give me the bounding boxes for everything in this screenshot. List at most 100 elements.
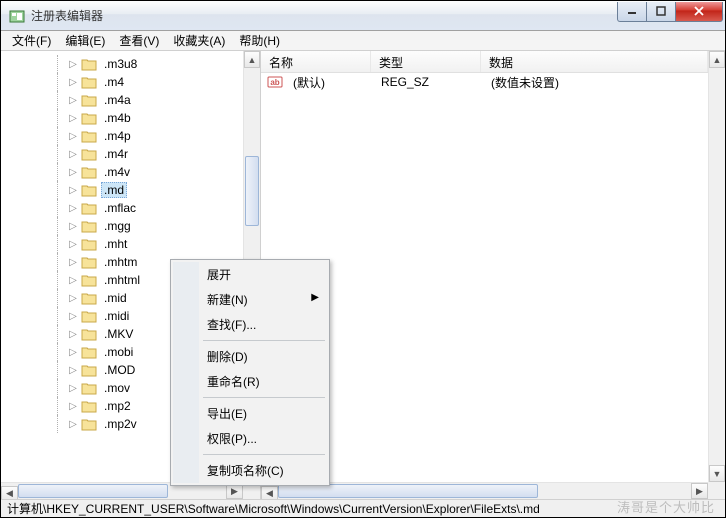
ctx-new[interactable]: 新建(N)▶ bbox=[173, 287, 327, 312]
ctx-export[interactable]: 导出(E) bbox=[173, 401, 327, 426]
expand-icon[interactable]: ▷ bbox=[67, 239, 79, 250]
scroll-left-button[interactable]: ◀ bbox=[261, 486, 278, 500]
menu-file[interactable]: 文件(F) bbox=[5, 30, 58, 51]
expand-icon[interactable]: ▷ bbox=[67, 329, 79, 340]
expand-icon[interactable]: ▷ bbox=[67, 419, 79, 430]
tree-item-label: .mgg bbox=[101, 219, 134, 233]
ctx-expand[interactable]: 展开 bbox=[173, 262, 327, 287]
list-row[interactable]: ab(默认)REG_SZ(数值未设置) bbox=[261, 73, 708, 91]
ctx-separator bbox=[203, 454, 325, 455]
ctx-delete[interactable]: 删除(D) bbox=[173, 344, 327, 369]
tree-item[interactable]: ▷ .m4r bbox=[1, 145, 243, 163]
folder-icon bbox=[81, 165, 97, 179]
expand-icon[interactable]: ▷ bbox=[67, 185, 79, 196]
expand-icon[interactable]: ▷ bbox=[67, 293, 79, 304]
tree-item-label: .m4r bbox=[101, 147, 131, 161]
tree-item-label: .mflac bbox=[101, 201, 139, 215]
tree-item-label: .m4 bbox=[101, 75, 127, 89]
expand-icon[interactable]: ▷ bbox=[67, 383, 79, 394]
folder-icon bbox=[81, 273, 97, 287]
folder-icon bbox=[81, 111, 97, 125]
folder-icon bbox=[81, 291, 97, 305]
scroll-up-button[interactable]: ▲ bbox=[244, 51, 260, 68]
cell-type: REG_SZ bbox=[373, 75, 483, 89]
tree-item[interactable]: ▷ .m4 bbox=[1, 73, 243, 91]
minimize-button[interactable] bbox=[617, 2, 647, 22]
scroll-left-button[interactable]: ◀ bbox=[1, 486, 18, 500]
folder-icon bbox=[81, 219, 97, 233]
watermark: 涛哥是个大帅比 bbox=[617, 497, 715, 516]
folder-icon bbox=[81, 417, 97, 431]
ctx-copy-key-name[interactable]: 复制项名称(C) bbox=[173, 458, 327, 483]
scroll-up-button[interactable]: ▲ bbox=[709, 51, 725, 68]
folder-icon bbox=[81, 237, 97, 251]
tree-item-label: .MOD bbox=[101, 363, 138, 377]
expand-icon[interactable]: ▷ bbox=[67, 59, 79, 70]
folder-icon bbox=[81, 57, 97, 71]
tree-item-label: .mhtml bbox=[101, 273, 143, 287]
expand-icon[interactable]: ▷ bbox=[67, 401, 79, 412]
tree-item[interactable]: ▷.m4v bbox=[1, 163, 243, 181]
tree-item-label: .mov bbox=[101, 381, 133, 395]
tree-item-label: .m3u8 bbox=[101, 57, 140, 71]
tree-item-label: .m4a bbox=[101, 93, 134, 107]
col-data[interactable]: 数据 bbox=[481, 51, 708, 72]
folder-icon bbox=[81, 183, 97, 197]
maximize-button[interactable] bbox=[646, 2, 676, 22]
expand-icon[interactable]: ▷ bbox=[67, 113, 79, 124]
expand-icon[interactable]: ▷ bbox=[67, 77, 79, 88]
folder-icon bbox=[81, 147, 97, 161]
status-path: 计算机\HKEY_CURRENT_USER\Software\Microsoft… bbox=[7, 500, 540, 517]
tree-item[interactable]: ▷ .mflac bbox=[1, 199, 243, 217]
tree-item-label: .m4b bbox=[101, 111, 134, 125]
list-panel: 名称 类型 数据 ab(默认)REG_SZ(数值未设置) ▲ ▼ ◀ ▶ bbox=[261, 51, 725, 499]
menu-edit[interactable]: 编辑(E) bbox=[58, 30, 112, 51]
expand-icon[interactable]: ▷ bbox=[67, 167, 79, 178]
ctx-rename[interactable]: 重命名(R) bbox=[173, 369, 327, 394]
tree-item[interactable]: ▷ .m3u8 bbox=[1, 55, 243, 73]
cell-data: (数值未设置) bbox=[483, 74, 567, 91]
tree-item[interactable]: ▷ .mgg bbox=[1, 217, 243, 235]
ctx-separator bbox=[203, 340, 325, 341]
expand-icon[interactable]: ▷ bbox=[67, 311, 79, 322]
menubar: 文件(F) 编辑(E) 查看(V) 收藏夹(A) 帮助(H) bbox=[1, 31, 725, 51]
list-header[interactable]: 名称 类型 数据 bbox=[261, 51, 708, 73]
expand-icon[interactable]: ▷ bbox=[67, 203, 79, 214]
expand-icon[interactable]: ▷ bbox=[67, 275, 79, 286]
tree-item[interactable]: ▷ .m4b bbox=[1, 109, 243, 127]
folder-icon bbox=[81, 93, 97, 107]
tree-item-label: .mp2v bbox=[101, 417, 140, 431]
ctx-find[interactable]: 查找(F)... bbox=[173, 312, 327, 337]
expand-icon[interactable]: ▷ bbox=[67, 149, 79, 160]
tree-item[interactable]: ▷.md bbox=[1, 181, 243, 199]
string-value-icon: ab bbox=[267, 74, 283, 90]
window-title: 注册表编辑器 bbox=[31, 7, 618, 24]
expand-icon[interactable]: ▷ bbox=[67, 221, 79, 232]
tree-item[interactable]: ▷ .m4a bbox=[1, 91, 243, 109]
expand-icon[interactable]: ▷ bbox=[67, 257, 79, 268]
tree-item-label: .midi bbox=[101, 309, 132, 323]
ctx-permissions[interactable]: 权限(P)... bbox=[173, 426, 327, 451]
expand-icon[interactable]: ▷ bbox=[67, 347, 79, 358]
list-body[interactable]: ab(默认)REG_SZ(数值未设置) bbox=[261, 73, 708, 91]
close-button[interactable] bbox=[675, 2, 723, 22]
menu-favorites[interactable]: 收藏夹(A) bbox=[166, 30, 232, 51]
col-name[interactable]: 名称 bbox=[261, 51, 371, 72]
list-scroll-vertical[interactable]: ▲ ▼ bbox=[708, 51, 725, 482]
col-type[interactable]: 类型 bbox=[371, 51, 481, 72]
menu-view[interactable]: 查看(V) bbox=[112, 30, 166, 51]
tree-item[interactable]: ▷.m4p bbox=[1, 127, 243, 145]
scroll-thumb-h[interactable] bbox=[278, 484, 538, 498]
menu-help[interactable]: 帮助(H) bbox=[232, 30, 287, 51]
tree-item-label: .mhtm bbox=[101, 255, 140, 269]
expand-icon[interactable]: ▷ bbox=[67, 365, 79, 376]
scroll-thumb-h[interactable] bbox=[18, 484, 168, 498]
folder-icon bbox=[81, 363, 97, 377]
tree-item[interactable]: ▷.mht bbox=[1, 235, 243, 253]
scroll-thumb-v[interactable] bbox=[245, 156, 259, 226]
folder-icon bbox=[81, 75, 97, 89]
folder-icon bbox=[81, 255, 97, 269]
scroll-down-button[interactable]: ▼ bbox=[709, 465, 725, 482]
expand-icon[interactable]: ▷ bbox=[67, 95, 79, 106]
expand-icon[interactable]: ▷ bbox=[67, 131, 79, 142]
